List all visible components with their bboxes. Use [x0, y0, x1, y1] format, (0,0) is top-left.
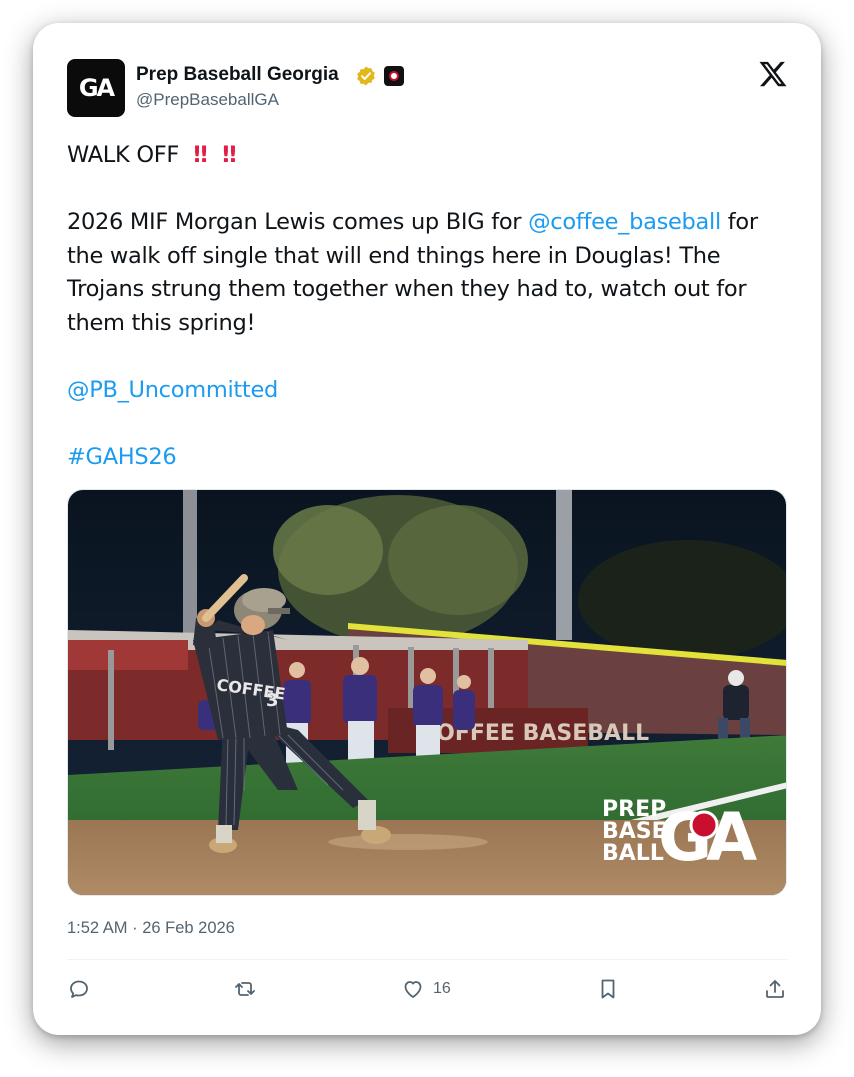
mention-coffee-baseball[interactable]: @coffee_baseball: [528, 209, 721, 235]
jersey-number: 3: [266, 690, 279, 711]
divider: [67, 959, 787, 960]
repost-button[interactable]: [233, 975, 257, 1003]
tweet-card: GA Prep Baseball Georgia @PrepBaseballGA…: [33, 23, 821, 1035]
reply-button[interactable]: [67, 975, 91, 1003]
like-button[interactable]: 16: [401, 975, 451, 1003]
double-exclamation-icon: ‼ ‼: [185, 142, 237, 168]
mention-line: @PB_Uncommitted: [67, 374, 792, 408]
author-name[interactable]: Prep Baseball Georgia: [136, 64, 339, 86]
avatar-logo: GA: [78, 74, 115, 102]
headline: WALK OFF: [67, 142, 180, 168]
headline-line: WALK OFF ‼ ‼: [67, 139, 792, 173]
pbr-watermark: PREP BASE BALL GA: [602, 797, 763, 876]
affiliate-badge-icon[interactable]: [384, 66, 404, 86]
body-paragraph: 2026 MIF Morgan Lewis comes up BIG for @…: [67, 206, 792, 340]
like-count: 16: [433, 980, 451, 997]
post-timestamp[interactable]: 1:52 AM · 26 Feb 2026: [67, 919, 235, 938]
media-image[interactable]: COFFEE BASEBALL COFFEE 3 PREP BASE BALL: [67, 489, 787, 896]
repost-icon: [235, 982, 255, 996]
bookmark-icon: [601, 979, 615, 999]
body-part-1: 2026 MIF Morgan Lewis comes up BIG for: [67, 209, 529, 235]
hashtag-gahs26[interactable]: #GAHS26: [67, 444, 177, 470]
baseball-photo: COFFEE BASEBALL COFFEE 3 PREP BASE BALL: [68, 490, 786, 895]
svg-text:BALL: BALL: [602, 841, 664, 866]
tweet-text: WALK OFF ‼ ‼ 2026 MIF Morgan Lewis comes…: [67, 139, 792, 474]
reply-icon: [70, 980, 88, 998]
share-icon: [766, 980, 784, 998]
avatar[interactable]: GA: [67, 59, 125, 117]
hashtag-line: #GAHS26: [67, 441, 792, 475]
x-logo-icon[interactable]: [758, 59, 788, 89]
heart-icon: [404, 981, 422, 998]
bookmark-button[interactable]: [596, 975, 620, 1003]
verified-badge-icon: [357, 66, 375, 86]
author-handle[interactable]: @PrepBaseballGA: [136, 90, 279, 110]
mention-pb-uncommitted[interactable]: @PB_Uncommitted: [67, 377, 278, 403]
share-button[interactable]: [763, 975, 787, 1003]
